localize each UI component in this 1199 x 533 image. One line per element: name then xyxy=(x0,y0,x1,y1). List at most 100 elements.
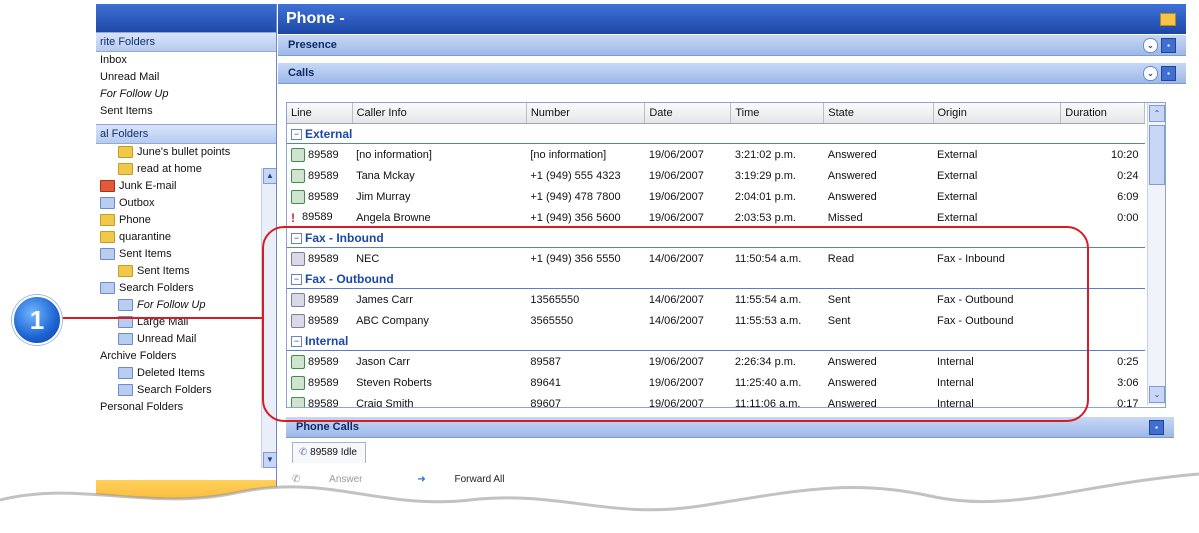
junk-folder-icon xyxy=(100,180,115,193)
cell-duration: 6:09 xyxy=(1117,190,1139,203)
favorite-folders-header[interactable]: rite Folders xyxy=(96,32,276,52)
folder-item[interactable]: quarantine xyxy=(96,229,276,246)
folder-label: Junk E-mail xyxy=(119,180,177,192)
missed-icon: ! xyxy=(291,210,295,225)
folder-label: quarantine xyxy=(119,231,171,243)
table-row[interactable]: 89589 James Carr 13565550 14/06/2007 11:55:5… xyxy=(287,289,1145,311)
folder-item[interactable]: Sent Items xyxy=(96,246,276,263)
group-header-row[interactable]: − Internal xyxy=(287,331,1145,351)
search-folder-icon xyxy=(100,282,115,295)
scrollbar-thumb[interactable] xyxy=(1149,125,1165,185)
cell-caller: Tana Mckay xyxy=(356,169,415,182)
calls-options-icon[interactable]: ▪ xyxy=(1161,66,1176,81)
tab-line-89589[interactable]: ✆ 89589 Idle xyxy=(292,442,366,463)
nav-pane-header xyxy=(96,4,276,32)
table-row[interactable]: 89589 Craig Smith 89607 19/06/2007 11:11:06 … xyxy=(287,393,1145,408)
presence-panel-header[interactable]: Presence ⌄ ▪ xyxy=(278,34,1186,56)
phone-calls-panel-header[interactable]: Phone Calls ▪ xyxy=(286,416,1174,438)
folder-item[interactable]: Junk E-mail xyxy=(96,178,276,195)
column-header-state[interactable]: State xyxy=(823,103,934,124)
table-row[interactable]: 89589 [no information] [no information] 19/… xyxy=(287,144,1145,166)
cell-caller: Jason Carr xyxy=(356,355,410,368)
folder-item[interactable]: Sent Items xyxy=(96,263,276,280)
group-header[interactable]: − External xyxy=(287,123,1145,144)
cell-time: 2:03:53 p.m. xyxy=(734,211,796,224)
table-row[interactable]: 89589 ABC Company 3565550 14/06/2007 11:55:5… xyxy=(287,310,1145,331)
folder-item[interactable]: read at home xyxy=(96,161,276,178)
group-header-row[interactable]: − Fax - Outbound xyxy=(287,269,1145,289)
group-header[interactable]: − Internal xyxy=(287,331,1145,351)
outbox-icon xyxy=(100,197,115,210)
folder-item[interactable]: Phone xyxy=(96,212,276,229)
folder-label: Search Folders xyxy=(137,384,212,396)
cell-time: 3:19:29 p.m. xyxy=(734,169,796,182)
column-header-number[interactable]: Number xyxy=(526,103,646,124)
folder-label: Phone xyxy=(119,214,151,226)
phone-calls-options-icon[interactable]: ▪ xyxy=(1149,420,1164,435)
scroll-down-icon[interactable]: ▼ xyxy=(263,452,276,468)
folder-item[interactable]: Search Folders xyxy=(96,280,276,297)
collapse-calls-icon[interactable]: ⌄ xyxy=(1143,66,1158,81)
cell-origin: Internal xyxy=(937,355,974,368)
phone-icon xyxy=(291,147,305,162)
calls-panel-header[interactable]: Calls ⌄ ▪ xyxy=(278,62,1186,84)
collapse-group-icon[interactable]: − xyxy=(291,273,302,285)
column-header-line[interactable]: Line xyxy=(287,103,353,124)
window-title-bar: Phone - xyxy=(278,4,1186,34)
cell-duration: 0:25 xyxy=(1117,355,1139,368)
folder-item[interactable]: Personal Folders xyxy=(96,399,276,416)
column-header-duration[interactable]: Duration xyxy=(1060,103,1145,124)
cell-state: Answered xyxy=(827,169,877,182)
favorite-unread-mail[interactable]: Unread Mail xyxy=(96,69,276,86)
cell-caller: ABC Company xyxy=(356,314,429,327)
group-header[interactable]: − Fax - Outbound xyxy=(287,269,1145,289)
table-row[interactable]: 89589 Jason Carr 89587 19/06/2007 2:26:34 p.… xyxy=(287,351,1145,373)
scroll-down-icon[interactable]: ⌄ xyxy=(1149,386,1165,403)
group-header-row[interactable]: − External xyxy=(287,123,1145,144)
calls-scrollbar[interactable]: ⌃ ⌄ xyxy=(1147,103,1165,405)
calls-list[interactable]: Line Caller Info Number Date Time State … xyxy=(286,102,1166,408)
column-header-origin[interactable]: Origin xyxy=(933,103,1062,124)
column-header-time[interactable]: Time xyxy=(730,103,825,124)
folder-label: Search Folders xyxy=(119,282,194,294)
table-row[interactable]: ! 89589 Angela Browne +1 (949) 356 5600 19/0… xyxy=(287,207,1145,228)
column-header-date[interactable]: Date xyxy=(644,103,732,124)
folder-item[interactable]: Archive Folders xyxy=(96,348,276,365)
fax-icon xyxy=(291,251,305,266)
deleted-items-icon xyxy=(118,367,133,380)
collapse-presence-icon[interactable]: ⌄ xyxy=(1143,38,1158,53)
cell-state: Answered xyxy=(827,355,877,368)
folder-item[interactable]: Search Folders xyxy=(96,382,276,399)
collapse-group-icon[interactable]: − xyxy=(291,232,302,244)
search-folder-icon xyxy=(118,384,133,397)
folder-item[interactable]: Outbox xyxy=(96,195,276,212)
folder-icon xyxy=(118,146,133,159)
scroll-up-icon[interactable]: ⌃ xyxy=(1149,105,1165,122)
collapse-group-icon[interactable]: − xyxy=(291,335,302,347)
line-number: 89589 xyxy=(308,397,339,408)
group-header-row[interactable]: − Fax - Inbound xyxy=(287,228,1145,248)
folder-item[interactable]: Deleted Items xyxy=(96,365,276,382)
group-header[interactable]: − Fax - Inbound xyxy=(287,228,1145,248)
scroll-up-icon[interactable]: ▲ xyxy=(263,168,276,184)
line-number: 89589 xyxy=(308,190,339,203)
table-row[interactable]: 89589 Tana Mckay +1 (949) 555 4323 19/06/20… xyxy=(287,165,1145,186)
cell-origin: Internal xyxy=(937,376,974,389)
folder-icon xyxy=(1160,13,1176,26)
table-row[interactable]: 89589 NEC +1 (949) 356 5550 14/06/2007 11:50… xyxy=(287,248,1145,270)
collapse-group-icon[interactable]: − xyxy=(291,128,302,140)
folder-item[interactable]: Unread Mail xyxy=(96,331,276,348)
presence-options-icon[interactable]: ▪ xyxy=(1161,38,1176,53)
cell-number: 13565550 xyxy=(530,293,580,306)
table-row[interactable]: 89589 Jim Murray +1 (949) 478 7800 19/06/20… xyxy=(287,186,1145,207)
favorite-for-follow-up[interactable]: For Follow Up xyxy=(96,86,276,103)
favorite-sent-items[interactable]: Sent Items xyxy=(96,103,276,120)
column-header-caller-info[interactable]: Caller Info xyxy=(352,103,527,124)
favorite-inbox[interactable]: Inbox xyxy=(96,52,276,69)
all-folders-header[interactable]: al Folders xyxy=(96,124,276,144)
group-label: External xyxy=(305,126,353,141)
folder-item[interactable]: June's bullet points xyxy=(96,144,276,161)
table-row[interactable]: 89589 Steven Roberts 89641 19/06/2007 11:25:… xyxy=(287,372,1145,393)
folder-item[interactable]: For Follow Up xyxy=(96,297,276,314)
callout-pointer-line xyxy=(58,317,264,319)
